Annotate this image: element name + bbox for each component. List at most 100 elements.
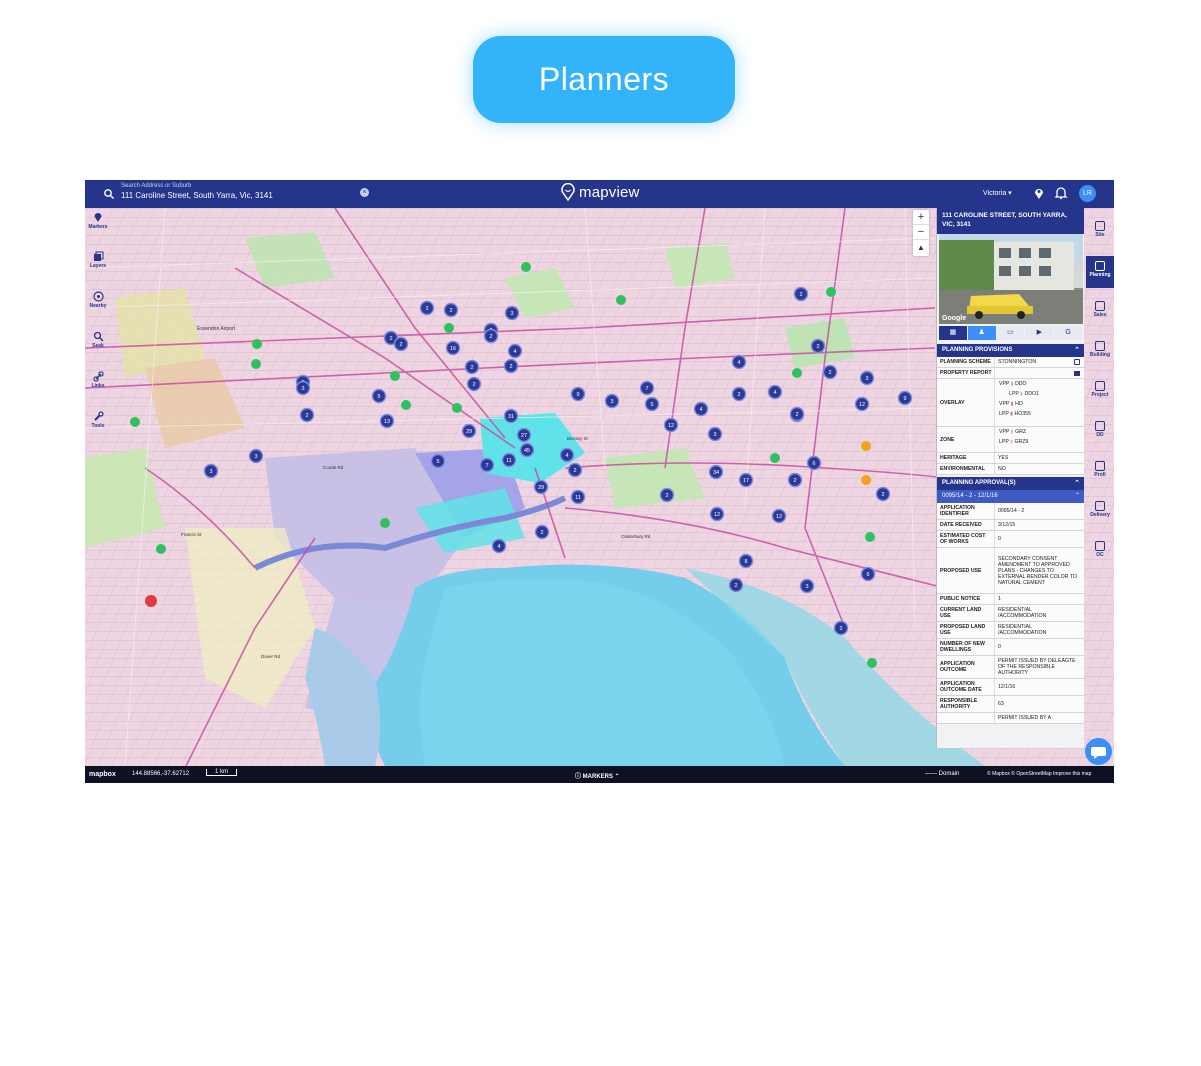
search-icon[interactable] (103, 188, 115, 200)
google-tab[interactable]: G (1054, 326, 1082, 340)
location-pin-icon[interactable] (1032, 186, 1046, 200)
overlay-code: HO355 (1014, 411, 1031, 417)
cluster-count: 2 (399, 342, 402, 348)
gallery-tab[interactable]: ▭ (996, 326, 1025, 340)
cluster-count: 16 (450, 346, 456, 352)
cursor-coords: 144.88566,-37.62712 (132, 771, 190, 777)
planning-approvals-header[interactable]: PLANNING APPROVAL(S) ⌃ (937, 477, 1084, 490)
avatar[interactable]: LR (1079, 185, 1096, 202)
markers-toggle[interactable]: ⓘ MARKERS ⌃ (575, 771, 620, 780)
zone-item[interactable]: VPP ▮ GRZ (999, 429, 1026, 435)
right-tool-building[interactable]: Building (1086, 336, 1114, 368)
approval-row-label: PUBLIC NOTICE (937, 594, 995, 604)
zoom-out-button[interactable]: − (913, 225, 929, 240)
right-tool-sales[interactable]: Sales (1086, 296, 1114, 328)
approval-row: DATE RECEIVED 3/12/15 (937, 520, 1084, 531)
nearby-button[interactable]: Nearby (85, 291, 111, 309)
chat-button[interactable] (1085, 738, 1112, 765)
chat-bubble-icon (1091, 747, 1106, 759)
tools-button[interactable]: Tools (85, 411, 111, 429)
search-input[interactable]: 111 Caroline Street, South Yarra, Vic, 3… (121, 191, 273, 200)
orange-marker[interactable] (861, 441, 871, 451)
region-value: Victoria (983, 190, 1007, 197)
overlay-item[interactable]: VPP ▮ HO (999, 401, 1023, 407)
road-label: Francis St (181, 532, 202, 537)
download-icon[interactable] (1074, 370, 1080, 376)
cluster-count: 12 (714, 512, 720, 518)
layers-button[interactable]: Layers (85, 251, 111, 269)
right-tool-project[interactable]: Project (1086, 376, 1114, 408)
approval-row: ESTIMATED COST OF WORKS 0 (937, 531, 1084, 548)
cluster-count: 3 (254, 454, 257, 460)
markers-button[interactable]: Markers (85, 211, 111, 230)
external-link-icon[interactable] (1074, 359, 1080, 365)
video-tab[interactable]: ▶ (1025, 326, 1054, 340)
planning-scheme-row: PLANNING SCHEME STONNINGTON (937, 357, 1084, 368)
cluster-count: 12 (776, 514, 782, 520)
nearby-label: Nearby (89, 303, 107, 309)
tools-label: Tools (91, 423, 105, 429)
scale-bar: 1 km (206, 769, 238, 776)
zoom-in-button[interactable]: + (913, 210, 929, 225)
cluster-count: 2 (737, 392, 740, 398)
collapse-chevron-icon[interactable]: ⌃ (1074, 344, 1080, 357)
right-tool-profi[interactable]: Profi (1086, 456, 1114, 488)
heritage-label: HERITAGE (937, 453, 995, 463)
right-tool-dd[interactable]: DD (1086, 416, 1114, 448)
right-tool-planning[interactable]: Planning (1086, 256, 1114, 288)
overlay-item[interactable]: LPP ▮ DDO1 (999, 391, 1039, 397)
nearby-icon (92, 291, 104, 302)
collapse-chevron-icon[interactable]: ⌃ (1075, 490, 1080, 503)
cluster-count: 9 (903, 396, 906, 402)
zone-item[interactable]: LPP ▮ GRZ9 (999, 439, 1028, 445)
mapbox-logo: mapbox (89, 771, 116, 778)
cluster-count: 2 (573, 468, 576, 474)
project-icon (1095, 381, 1105, 391)
approval-row: PERMIT ISSUED BY A (937, 713, 1084, 724)
zone-label: ZONE (937, 427, 995, 452)
bell-icon[interactable] (1054, 186, 1068, 200)
clear-search-icon[interactable]: × (360, 188, 369, 197)
marker-pin-icon (94, 213, 102, 222)
map-view-tab[interactable]: ▦ (939, 326, 967, 340)
right-tool-label: DD (1096, 432, 1104, 438)
street-view-image[interactable]: Google (939, 234, 1083, 324)
overlay-type: LPP (1009, 391, 1019, 397)
road-label: Dover Rd (261, 654, 281, 659)
right-tool-site[interactable]: Site (1086, 216, 1114, 248)
right-tool-oc[interactable]: OC (1086, 536, 1114, 568)
compass-button[interactable]: ▲ (913, 240, 929, 255)
attribution[interactable]: © Mapbox © OpenStreetMap Improve this ma… (987, 771, 1091, 777)
cluster-count: 12 (668, 423, 674, 429)
seek-button[interactable]: Seek (85, 331, 111, 349)
building-icon (1095, 341, 1105, 351)
panel-address: 111 CAROLINE STREET, SOUTH YARRA, VIC, 3… (937, 208, 1084, 234)
approval-row-value: 12/1/16 (998, 684, 1016, 690)
links-button[interactable]: Links (85, 371, 111, 389)
overlay-item[interactable]: LPP ▮ HO355 (999, 411, 1031, 417)
cluster-count: 4 (565, 453, 568, 459)
mapview-logo: mapview (560, 183, 640, 201)
app-screenshot: Essendon Airport Coode Rd Francis St Bur… (85, 180, 1114, 783)
region-select[interactable]: Victoria ▾ (983, 189, 1012, 197)
planning-scheme-value: STONNINGTON (998, 359, 1037, 365)
right-tool-label: Building (1090, 352, 1110, 358)
approval-row-value: RESIDENTIAL /ACCOMMODATION (998, 624, 1047, 636)
cluster-count: 2 (881, 492, 884, 498)
overlay-item[interactable]: VPP ▮ DDO (999, 381, 1027, 387)
markers-toggle-label: MARKERS (582, 774, 614, 780)
approval-sub-header[interactable]: 0095/14 - 2 - 12/1/16 ⌃ (937, 490, 1084, 503)
planning-provisions-header[interactable]: PLANNING PROVISIONS ⌃ (937, 344, 1084, 357)
cluster-count: 7 (645, 386, 648, 392)
right-tool-delivery[interactable]: Delivery (1086, 496, 1114, 528)
zone-row: ZONE VPP ▮ GRZ LPP ▮ GRZ9 (937, 427, 1084, 453)
red-marker[interactable] (145, 595, 157, 607)
collapse-chevron-icon[interactable]: ⌃ (1074, 477, 1080, 490)
planning-scheme-label: PLANNING SCHEME (937, 357, 995, 367)
cluster-count: 3 (713, 432, 716, 438)
cluster-count: 5 (650, 402, 653, 408)
street-view-tab[interactable]: ♟ (967, 326, 996, 340)
orange-marker[interactable] (861, 475, 871, 485)
markers-label: Markers (88, 224, 108, 230)
approval-row-value: 0 (998, 536, 1001, 542)
